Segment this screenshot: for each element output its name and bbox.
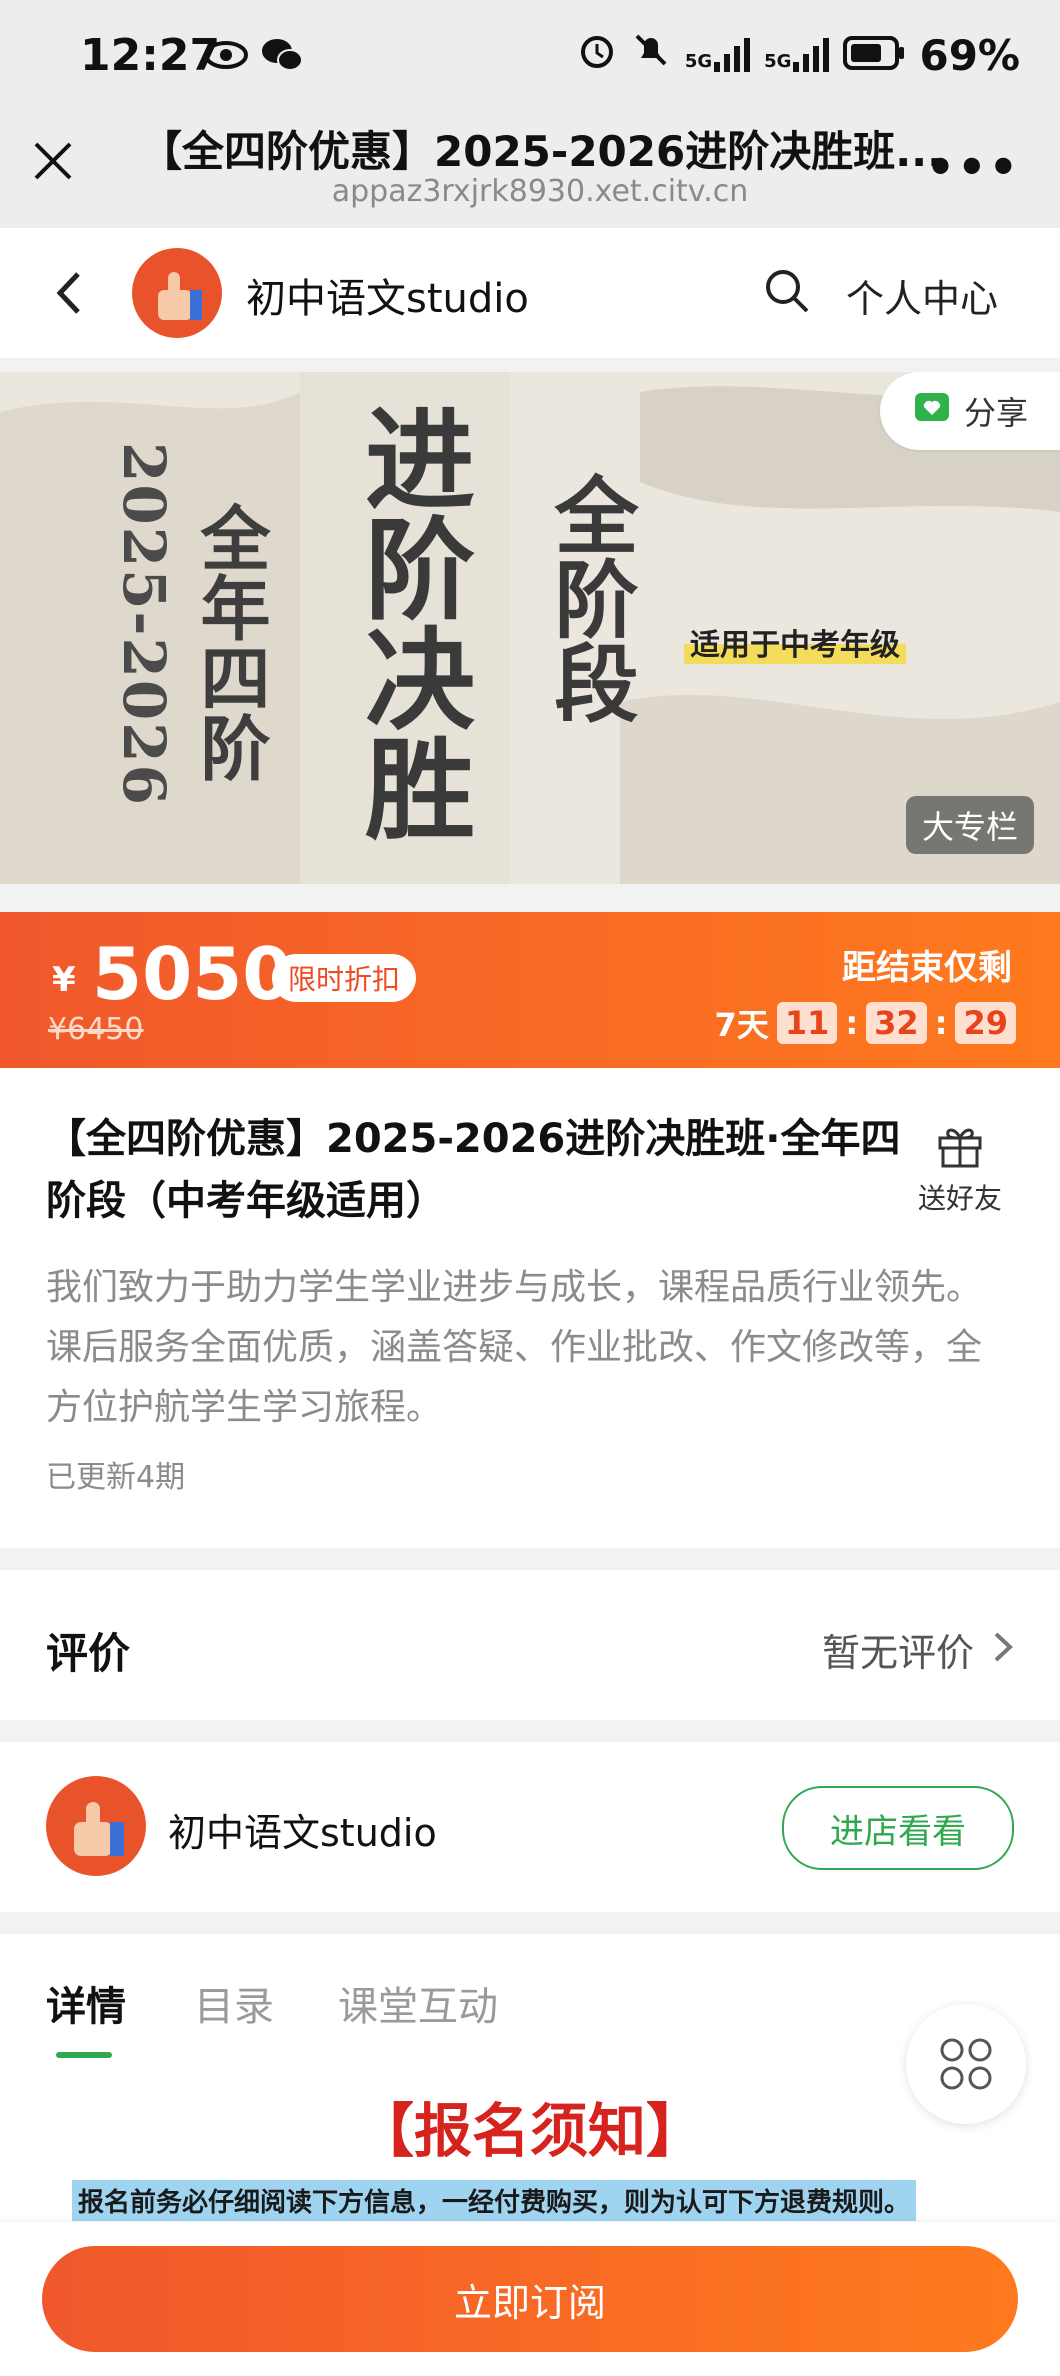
tab-catalog[interactable]: 目录: [194, 1974, 274, 2032]
countdown-timer: 7天 11 : 32 : 29: [715, 1000, 1016, 1046]
gift-label: 送好友: [917, 1182, 1002, 1215]
shop-avatar[interactable]: [132, 248, 222, 338]
gift-icon: [910, 1118, 1010, 1177]
shop-name-label: 初中语文studio: [168, 1811, 437, 1855]
back-icon[interactable]: [50, 268, 90, 318]
countdown-days: 7天: [714, 1006, 769, 1044]
review-row[interactable]: 评价 暂无评价: [0, 1570, 1060, 1720]
course-title: 【全四阶优惠】2025-2026进阶决胜班·全年四阶段（中考年级适用）: [46, 1116, 901, 1224]
network-label-2: 5G: [764, 51, 792, 72]
personal-center-link[interactable]: 个人中心: [846, 268, 998, 323]
more-menu-button[interactable]: •••: [926, 140, 1020, 194]
alarm-icon: [577, 30, 617, 80]
signal-icon-1: 5G: [684, 38, 751, 72]
eye-icon: [204, 40, 248, 70]
status-bar: 12:27 5G 5G 69%: [0, 0, 1060, 118]
gift-to-friend-button[interactable]: 送好友: [910, 1118, 1010, 1217]
currency-symbol: ¥: [52, 960, 76, 1000]
share-button[interactable]: 分享: [880, 372, 1060, 450]
subscribe-button[interactable]: 立即订阅: [42, 2246, 1018, 2352]
countdown-hours: 11: [776, 1002, 838, 1044]
countdown-minutes: 32: [866, 1002, 927, 1044]
countdown-sep: :: [934, 1004, 948, 1042]
share-icon: [912, 387, 952, 435]
countdown-sep: :: [845, 1004, 859, 1042]
course-info-card: 【全四阶优惠】2025-2026进阶决胜班·全年四阶段（中考年级适用） 送好友 …: [0, 1068, 1060, 1548]
signal-icon-2: 5G: [764, 38, 830, 72]
mute-icon: [631, 30, 671, 80]
network-label-1: 5G: [684, 51, 713, 72]
page-url: appaz3rxjrk8930.xet.citv.cn: [331, 174, 749, 209]
price-bar: ¥ 5050 限时折扣 ¥6450 距结束仅剩 7天 11 : 32 : 29: [0, 912, 1060, 1068]
price-value: 5050: [92, 932, 293, 1016]
course-banner: 2025-2026 全年四阶 进阶决胜 全阶段 适用于中考年级 分享 大专栏: [0, 372, 1060, 884]
countdown-seconds: 29: [955, 1002, 1016, 1044]
banner-main-text: 进阶决胜: [346, 402, 475, 842]
chevron-right-icon: [992, 1630, 1014, 1664]
wechat-icon: [260, 36, 304, 74]
app-nav-bar: 初中语文studio 个人中心: [0, 228, 1060, 358]
banner-tag: 适用于中考年级: [684, 620, 906, 664]
shop-row: 初中语文studio 进店看看: [0, 1742, 1060, 1912]
original-price: ¥6450: [48, 1012, 144, 1047]
banner-all-stage-text: 全阶段: [541, 472, 640, 724]
tab-details[interactable]: 详情: [46, 1974, 126, 2032]
thumbs-up-icon: [158, 272, 202, 320]
review-label: 评价: [46, 1629, 131, 1678]
notice-title: 【报名须知】: [355, 2097, 704, 2165]
tab-active-indicator: [56, 2052, 112, 2058]
update-count: 已更新4期: [46, 1460, 186, 1495]
battery-icon: [843, 31, 905, 80]
shop-name[interactable]: 初中语文studio: [246, 266, 529, 324]
bottom-bar: 立即订阅: [0, 2222, 1060, 2376]
battery-percent: 69%: [919, 30, 1020, 80]
notice-text: 报名前务必仔细阅读下方信息，一经付费购买，则为认可下方退费规则。: [72, 2180, 917, 2221]
browser-header: 【全四阶优惠】2025-2026进阶决胜班... appaz3rxjrk8930…: [0, 118, 1060, 228]
page-title: 【全四阶优惠】2025-2026进阶决胜班...: [140, 127, 940, 176]
review-value: 暂无评价: [821, 1631, 974, 1675]
countdown-label: 距结束仅剩: [842, 948, 1012, 988]
banner-year-text: 2025-2026: [110, 442, 178, 807]
course-description: 我们致力于助力学生学业进步与成长，课程品质行业领先。课后服务全面优质，涵盖答疑、…: [46, 1267, 983, 1428]
status-time: 12:27: [80, 30, 221, 81]
discount-badge: 限时折扣: [272, 954, 417, 1002]
shop-avatar-large[interactable]: [46, 1776, 146, 1876]
banner-stage-text: 全年四阶: [189, 502, 272, 782]
search-icon[interactable]: [762, 266, 812, 316]
close-icon[interactable]: [30, 138, 76, 184]
tab-class-interaction[interactable]: 课堂互动: [338, 1974, 498, 2032]
share-label: 分享: [963, 394, 1028, 432]
thumbs-up-icon: [74, 1802, 124, 1856]
column-tag: 大专栏: [905, 796, 1034, 854]
status-right: 5G 5G 69%: [577, 30, 1020, 80]
visit-shop-button[interactable]: 进店看看: [782, 1786, 1014, 1870]
